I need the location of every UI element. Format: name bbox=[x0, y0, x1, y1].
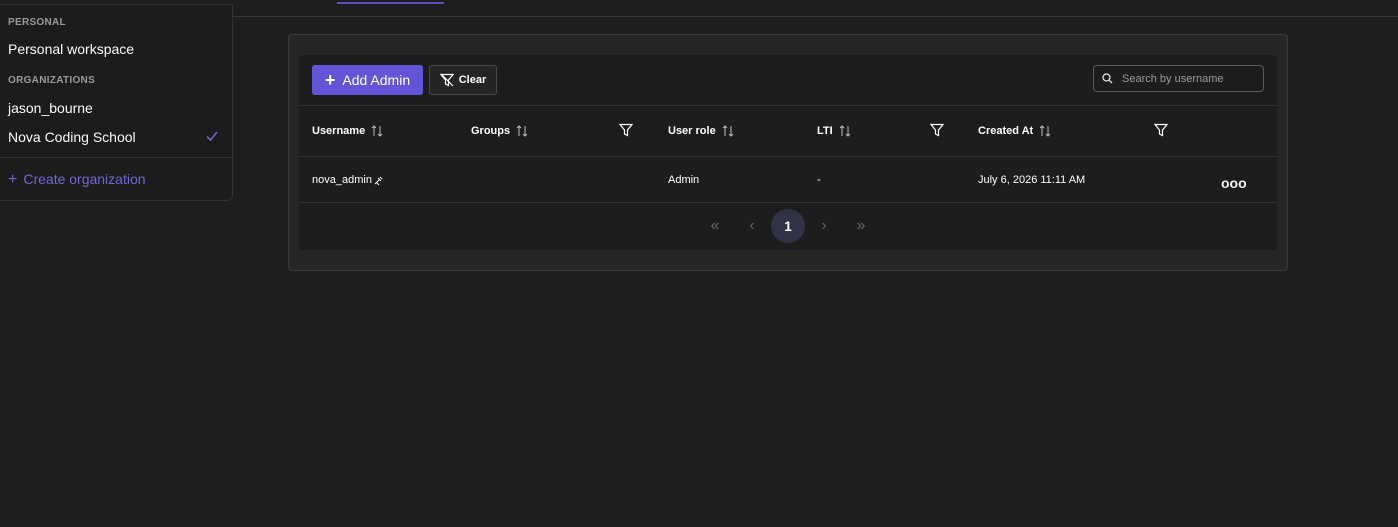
page-button-current[interactable]: 1 bbox=[771, 209, 805, 243]
admins-table-panel: + Add Admin Clear Username Groups bbox=[299, 55, 1277, 250]
organization-dropdown: PERSONAL Personal workspace ORGANIZATION… bbox=[0, 4, 233, 201]
active-tab-indicator bbox=[337, 2, 444, 4]
toolbar-divider bbox=[299, 105, 1277, 106]
sort-icon[interactable] bbox=[1039, 125, 1051, 137]
last-page-button[interactable]: » bbox=[844, 209, 878, 243]
search-icon bbox=[1102, 73, 1113, 84]
sort-icon[interactable] bbox=[516, 125, 528, 137]
header-row-divider bbox=[299, 156, 1277, 157]
search-box[interactable] bbox=[1093, 65, 1264, 92]
column-label: User role bbox=[668, 125, 716, 137]
user-role-cell: Admin bbox=[668, 174, 700, 186]
filter-icon[interactable] bbox=[619, 123, 633, 137]
organization-item-label: jason_bourne bbox=[8, 100, 93, 116]
sort-icon[interactable] bbox=[722, 125, 734, 137]
organization-item-label: Nova Coding School bbox=[8, 129, 136, 145]
username-cell: nova_admin bbox=[312, 174, 384, 186]
personal-section-label: PERSONAL bbox=[8, 17, 66, 28]
lti-cell: - bbox=[817, 174, 821, 186]
search-input[interactable] bbox=[1120, 71, 1260, 86]
next-page-button[interactable]: › bbox=[807, 209, 841, 243]
create-organization-label: Create organization bbox=[23, 171, 146, 187]
column-label: Username bbox=[312, 125, 366, 137]
filter-icon[interactable] bbox=[930, 123, 944, 137]
admin-key-icon bbox=[374, 176, 383, 185]
plus-icon: + bbox=[324, 70, 336, 90]
pagination: « ‹ 1 › » bbox=[299, 209, 1277, 243]
organization-item-nova-coding-school[interactable]: Nova Coding School bbox=[0, 124, 232, 150]
header-divider bbox=[233, 16, 1398, 17]
created-at-cell: July 6, 2026 11:11 AM bbox=[978, 174, 1086, 186]
username-value: nova_admin bbox=[312, 174, 372, 186]
row-actions-menu[interactable]: ooo bbox=[1221, 175, 1247, 191]
organization-item-jason-bourne[interactable]: jason_bourne bbox=[0, 95, 232, 121]
column-header-username[interactable]: Username bbox=[312, 125, 383, 137]
admins-card: + Add Admin Clear Username Groups bbox=[288, 34, 1288, 271]
clear-label: Clear bbox=[458, 74, 487, 86]
organizations-section-label: ORGANIZATIONS bbox=[8, 75, 96, 86]
column-header-user-role[interactable]: User role bbox=[668, 125, 734, 137]
column-label: LTI bbox=[817, 125, 833, 137]
column-header-created-at[interactable]: Created At bbox=[978, 125, 1051, 137]
create-organization-link[interactable]: + Create organization bbox=[8, 169, 146, 190]
filter-icon[interactable] bbox=[1154, 123, 1168, 137]
previous-page-button[interactable]: ‹ bbox=[735, 209, 769, 243]
first-page-button[interactable]: « bbox=[698, 209, 732, 243]
personal-workspace-item[interactable]: Personal workspace bbox=[0, 36, 232, 62]
add-admin-button[interactable]: + Add Admin bbox=[312, 65, 423, 95]
dropdown-divider bbox=[0, 157, 232, 158]
checkmark-icon bbox=[206, 131, 218, 142]
sort-icon[interactable] bbox=[839, 125, 851, 137]
sort-icon[interactable] bbox=[371, 125, 383, 137]
add-admin-label: Add Admin bbox=[342, 72, 411, 88]
column-header-groups[interactable]: Groups bbox=[471, 125, 528, 137]
column-header-lti[interactable]: LTI bbox=[817, 125, 851, 137]
column-label: Created At bbox=[978, 125, 1034, 137]
row-divider bbox=[299, 202, 1277, 203]
plus-icon: + bbox=[8, 171, 18, 188]
clear-filters-button[interactable]: Clear bbox=[429, 65, 497, 95]
column-label: Groups bbox=[471, 125, 511, 137]
clear-filter-icon bbox=[439, 73, 454, 87]
